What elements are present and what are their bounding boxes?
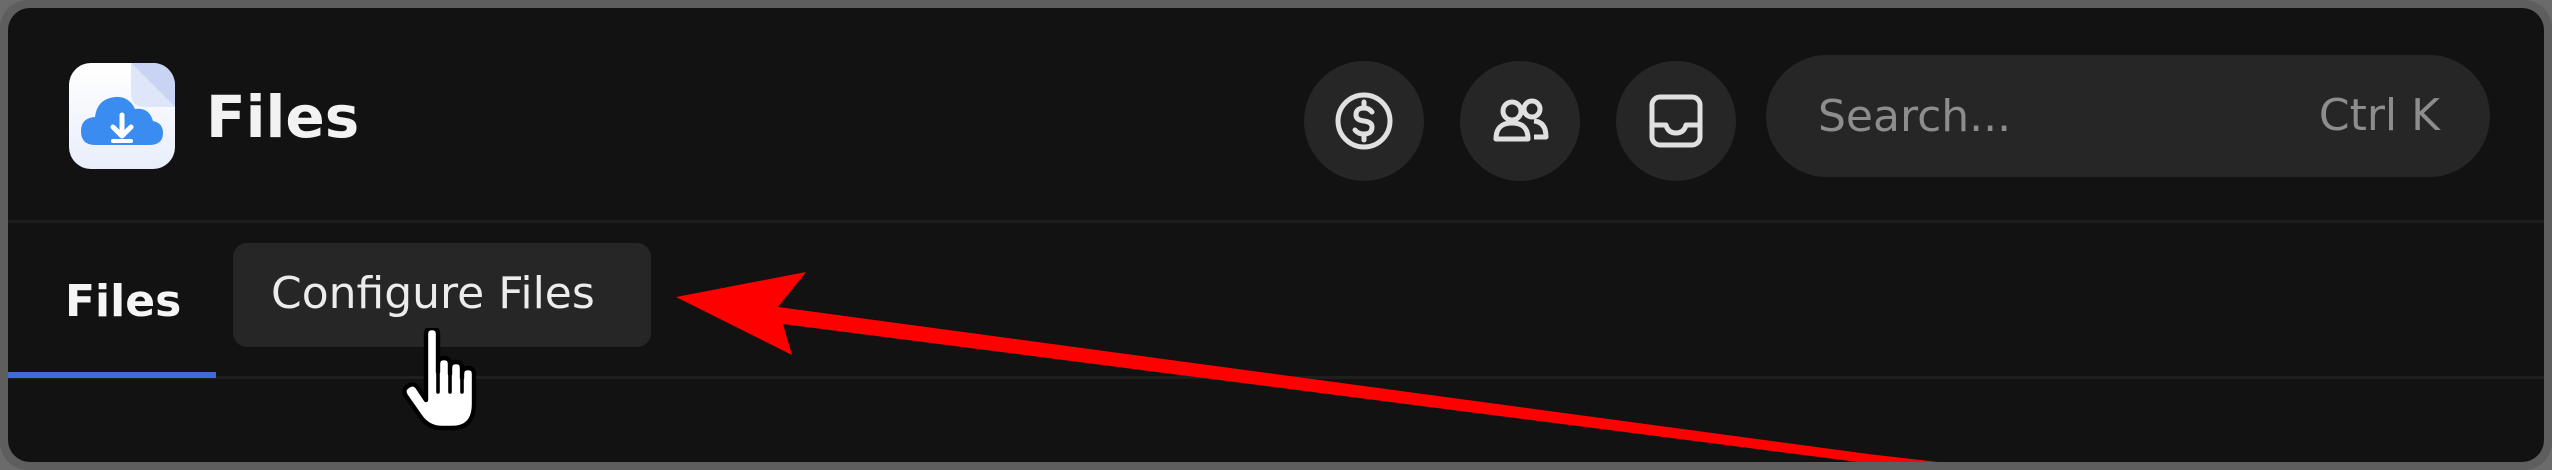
active-tab-indicator <box>8 372 216 378</box>
top-bar: Files Search... Ctrl K <box>8 8 2544 223</box>
dollar-circle-icon <box>1335 92 1393 150</box>
tab-configure-files-label: Configure Files <box>271 268 595 319</box>
tab-files-label: Files <box>65 276 182 327</box>
hand-pointer-cursor-icon <box>402 328 477 431</box>
app-title: Files <box>206 83 360 151</box>
app-window: Files Search... Ctrl K Files Configure F… <box>8 8 2544 462</box>
search-box[interactable]: Ctrl K <box>1766 55 2490 177</box>
inbox-tray-icon <box>1649 94 1703 148</box>
users-icon <box>1493 98 1549 142</box>
window-frame: Files Search... Ctrl K Files Configure F… <box>0 0 2552 470</box>
search-shortcut-hint: Ctrl K <box>2318 90 2440 141</box>
inbox-button[interactable] <box>1616 61 1736 181</box>
billing-button[interactable] <box>1304 61 1424 181</box>
tab-bar: Files Configure Files <box>8 223 2544 379</box>
tab-files[interactable]: Files <box>8 223 216 378</box>
search-input[interactable] <box>1818 55 2238 177</box>
app-logo-icon <box>69 63 175 169</box>
team-button[interactable] <box>1460 61 1580 181</box>
